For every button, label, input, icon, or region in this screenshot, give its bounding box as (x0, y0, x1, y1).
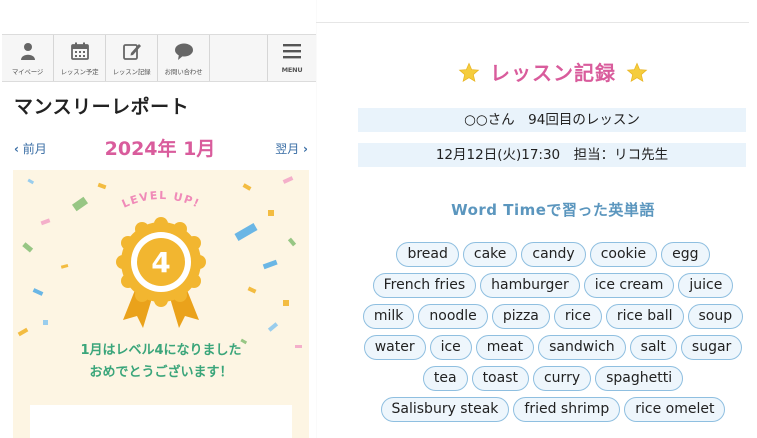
nav-item-lesson-schedule[interactable]: レッスン予定 (54, 35, 106, 81)
lesson-date-teacher: 12月12日(火)17:30 担当：リコ先生 (358, 143, 746, 167)
vocab-word-chip: toast (471, 366, 529, 391)
vocab-word-chip: egg (661, 242, 710, 267)
top-divider-line (316, 22, 749, 23)
lesson-record-title-text: レッスン記録 (490, 61, 616, 85)
current-month: 2024年 1月 (104, 138, 216, 160)
hamburger-icon (283, 44, 301, 59)
level-badge: LEVEL UP! 4 (116, 189, 206, 328)
top-gap (0, 0, 316, 34)
star-icon (458, 61, 480, 82)
person-icon (20, 43, 35, 60)
menu-label: MENU (281, 66, 303, 74)
level-number: 4 (151, 246, 170, 279)
vocab-word-chip: rice ball (605, 304, 684, 329)
vocabulary-list: bread cake candy cookie egg French fries hambu… (356, 240, 750, 426)
monthly-report-panel: マイページ レッスン予定 レッスン記録 お問い合わせ MENU マンスリーレポー… (0, 0, 316, 438)
next-month-label: 翌月 (275, 142, 300, 156)
nav-label-lesson-record: レッスン記録 (112, 68, 151, 76)
vocab-word-chip: juice (678, 273, 734, 298)
menu-button[interactable]: MENU (268, 35, 316, 81)
vocab-word-chip: rice (553, 304, 602, 329)
vocab-word-chip: milk (362, 304, 415, 329)
vocab-word-chip: ice cream (583, 273, 675, 298)
level-up-card: LEVEL UP! 4 1月はレベル4になりました おめでとうございます！ (13, 170, 309, 438)
page-title: マンスリーレポート (14, 96, 190, 118)
vocab-word-chip: ice (429, 335, 472, 360)
month-navigation: ‹ 前月 2024年 1月 翌月 › (10, 134, 310, 164)
nav-label-mypage: マイページ (11, 68, 44, 76)
next-month-link[interactable]: 翌月 › (275, 140, 308, 157)
vocab-word-chip: bread (396, 242, 459, 267)
nav-item-contact[interactable]: お問い合わせ (158, 35, 210, 81)
vocab-word-chip: cookie (589, 242, 658, 267)
vocab-word-chip: cake (462, 242, 518, 267)
student-lesson-count: ○○さん 94回目のレッスン (358, 108, 746, 132)
vocab-word-chip: tea (422, 366, 468, 391)
vocab-word-chip: spaghetti (595, 366, 684, 391)
vocab-word-chip: hamburger (480, 273, 580, 298)
level-message-line2: おめでとうございます！ (89, 365, 233, 380)
svg-text:LEVEL UP!: LEVEL UP! (120, 189, 202, 211)
vocab-word-chip: Salisbury steak (380, 397, 510, 422)
edit-icon (122, 44, 141, 60)
chevron-right-icon: › (303, 142, 308, 156)
vocab-word-chip: candy (521, 242, 586, 267)
nav-item-lesson-record[interactable]: レッスン記録 (106, 35, 158, 81)
vocab-word-chip: water (363, 335, 426, 360)
vocab-word-chip: pizza (491, 304, 550, 329)
nav-spacer (210, 35, 268, 81)
vocab-word-chip: sugar (680, 335, 743, 360)
level-up-text: LEVEL UP! (120, 189, 201, 211)
vocab-word-chip: soup (687, 304, 744, 329)
chat-bubble-icon (174, 43, 193, 60)
vocab-word-chip: salt (629, 335, 677, 360)
vocab-word-chip: noodle (418, 304, 488, 329)
level-up-message: 1月はレベル4になりました おめでとうございます！ (13, 340, 309, 384)
star-icon (626, 61, 648, 82)
vocab-word-chip: fried shrimp (513, 397, 621, 422)
vocab-word-chip: sandwich (538, 335, 626, 360)
word-time-title: Word Timeで習った英単語 (451, 201, 655, 219)
vocab-word-chip: French fries (372, 273, 477, 298)
vocab-word-chip: meat (475, 335, 535, 360)
level-message-line1: 1月はレベル4になりました (80, 343, 242, 358)
nav-item-mypage[interactable]: マイページ (2, 35, 54, 81)
panel-divider (316, 0, 317, 438)
lesson-record-title: レッスン記録 (358, 57, 748, 86)
vocab-word-chip: curry (532, 366, 592, 391)
calendar-icon (70, 42, 89, 60)
nav-label-lesson-schedule: レッスン予定 (60, 68, 99, 76)
bottom-nav-bar: マイページ レッスン予定 レッスン記録 お問い合わせ MENU (2, 34, 316, 82)
next-section-preview (30, 405, 292, 438)
nav-label-contact: お問い合わせ (164, 68, 203, 76)
vocab-word-chip: rice omelet (624, 397, 726, 422)
